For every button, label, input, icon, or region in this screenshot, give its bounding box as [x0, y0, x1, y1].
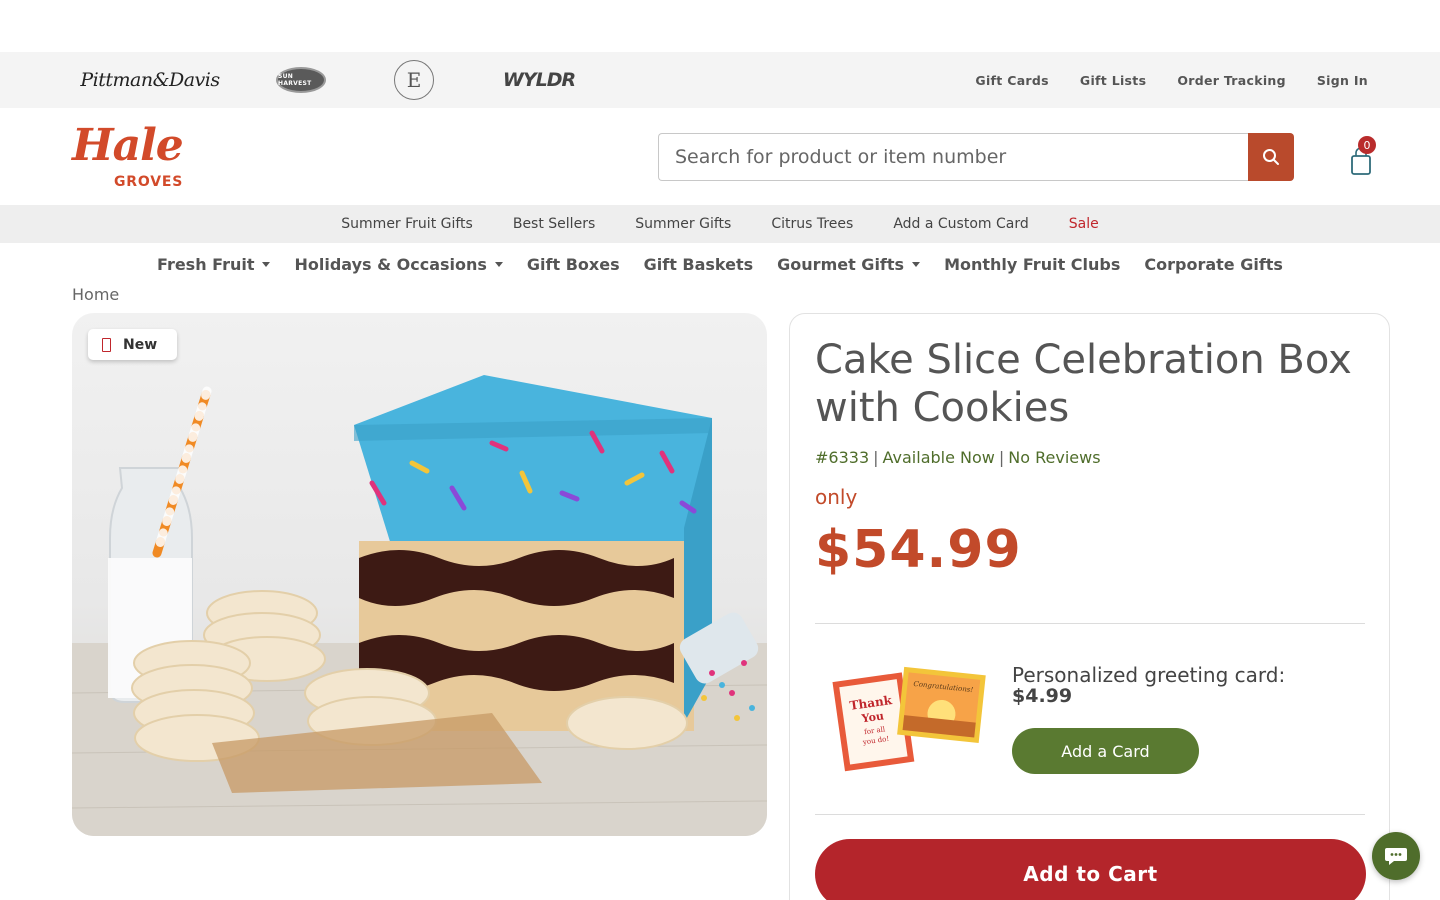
nav-holidays-occasions-label: Holidays & Occasions	[294, 254, 487, 274]
chat-icon	[1385, 848, 1407, 865]
nav-gift-boxes[interactable]: Gift Boxes	[527, 255, 620, 274]
gift-lists-link[interactable]: Gift Lists	[1080, 73, 1146, 88]
search-button[interactable]	[1248, 133, 1294, 181]
item-number: #6333	[815, 448, 870, 467]
pittman-davis-logo[interactable]: Pittman&Davis	[80, 52, 220, 108]
nav-gourmet-gifts-label: Gourmet Gifts	[777, 254, 905, 274]
breadcrumb-home[interactable]: Home	[72, 285, 119, 304]
tag-icon	[102, 337, 111, 352]
elegant-brand-logo-letter: E	[394, 60, 434, 100]
add-to-cart-button[interactable]: Add to Cart	[815, 839, 1366, 900]
wyldr-logo[interactable]: WYLDR	[500, 52, 578, 108]
product-meta: #6333 | Available Now | No Reviews	[815, 448, 1101, 467]
gift-cards-link[interactable]: Gift Cards	[975, 73, 1048, 88]
greeting-card-label: Personalized greeting card:	[1012, 663, 1286, 687]
availability-status: Available Now	[882, 448, 995, 467]
brand-bar: Pittman&Davis SUN HARVEST E WYLDR Gift C…	[0, 52, 1440, 108]
promo-nav-citrus-trees[interactable]: Citrus Trees	[771, 216, 853, 232]
price-prefix: only	[815, 485, 858, 509]
nav-fresh-fruit-label: Fresh Fruit	[157, 254, 255, 274]
nav-fresh-fruit[interactable]: Fresh Fruit	[157, 254, 271, 274]
product-price: $54.99	[815, 520, 1022, 580]
chevron-down-icon	[262, 261, 271, 267]
promo-nav-best-sellers[interactable]: Best Sellers	[513, 216, 595, 232]
greeting-card-price: $4.99	[1012, 685, 1073, 707]
logo-word: Hale	[72, 120, 184, 171]
elegant-brand-logo[interactable]: E	[392, 52, 436, 108]
divider	[815, 814, 1365, 815]
meta-separator: |	[998, 448, 1005, 467]
sun-harvest-logo[interactable]: SUN HARVEST	[275, 52, 327, 108]
divider	[815, 623, 1365, 624]
nav-corporate-gifts[interactable]: Corporate Gifts	[1144, 255, 1283, 274]
sign-in-link[interactable]: Sign In	[1317, 73, 1368, 88]
sun-harvest-logo-text: SUN HARVEST	[276, 67, 326, 93]
logo-subtext: GROVES	[114, 174, 184, 190]
product-image[interactable]: New	[72, 313, 767, 836]
main-nav: Fresh Fruit Holidays & Occasions Gift Bo…	[0, 244, 1440, 284]
search-input[interactable]	[658, 133, 1248, 181]
promo-nav-summer-fruit-gifts[interactable]: Summer Fruit Gifts	[341, 216, 473, 232]
order-tracking-link[interactable]: Order Tracking	[1177, 73, 1286, 88]
nav-monthly-fruit-clubs[interactable]: Monthly Fruit Clubs	[944, 255, 1120, 274]
chevron-down-icon	[912, 261, 921, 267]
utility-links: Gift Cards Gift Lists Order Tracking Sig…	[975, 52, 1368, 108]
search-icon	[1263, 149, 1279, 165]
chevron-down-icon	[494, 261, 503, 267]
new-badge: New	[88, 329, 177, 360]
new-badge-label: New	[123, 336, 158, 353]
add-card-button[interactable]: Add a Card	[1012, 728, 1199, 774]
nav-gift-baskets[interactable]: Gift Baskets	[644, 255, 754, 274]
promo-nav-summer-gifts[interactable]: Summer Gifts	[635, 216, 731, 232]
nav-gourmet-gifts[interactable]: Gourmet Gifts	[777, 254, 921, 274]
cart-button[interactable]: 0	[1348, 136, 1376, 175]
chat-button[interactable]	[1372, 832, 1420, 880]
promo-nav: Summer Fruit Gifts Best Sellers Summer G…	[0, 205, 1440, 243]
product-info-panel: Cake Slice Celebration Box with Cookies …	[789, 313, 1390, 900]
promo-nav-add-custom-card[interactable]: Add a Custom Card	[893, 216, 1028, 232]
product-title: Cake Slice Celebration Box with Cookies	[815, 337, 1352, 431]
search-bar	[658, 133, 1294, 181]
product-photo-illustration	[72, 375, 767, 836]
greeting-card-image: Thank You for all you do! Congratulation…	[832, 666, 986, 772]
promo-nav-sale[interactable]: Sale	[1069, 216, 1099, 232]
reviews-link[interactable]: No Reviews	[1008, 448, 1100, 467]
hale-groves-logo[interactable]: Hale GROVES	[72, 120, 202, 191]
meta-separator: |	[873, 448, 879, 467]
cart-count-badge: 0	[1358, 136, 1376, 154]
nav-holidays-occasions[interactable]: Holidays & Occasions	[294, 254, 503, 274]
